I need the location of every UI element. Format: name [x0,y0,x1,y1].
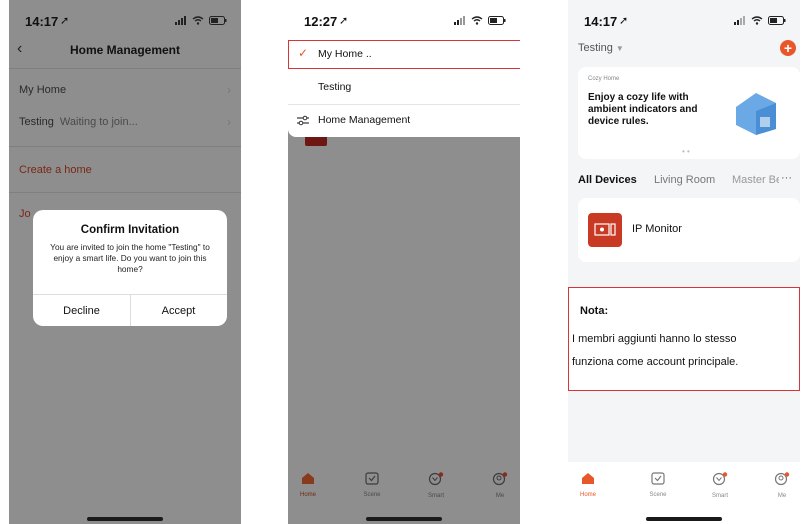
create-home-link[interactable]: Create a home [19,164,92,176]
tab-label: Smart [711,493,728,499]
monitor-glyph-icon [594,223,616,236]
home-icon [582,473,594,484]
tab-label: Me [777,493,787,499]
device-card-ip-monitor[interactable]: IP Monitor [578,198,800,262]
chevron-right-icon: › [227,115,231,129]
scene-icon [365,472,379,485]
decline-button[interactable]: Decline [33,294,131,326]
tab-bar: Home Scene Smart Me [288,462,520,524]
tab-bar: Home Scene Smart Me [568,462,800,524]
more-icon[interactable]: ··· [779,172,792,184]
tab-label: Home [299,492,316,498]
highlight-box [568,287,800,391]
home-indicator [646,517,722,521]
battery-icon [488,16,506,25]
tab-label: Scene [363,492,381,498]
home-item-label: Testing Waiting to join... [19,116,138,128]
smart-icon [428,472,444,486]
divider [288,104,520,105]
carousel-dots: • • [682,147,690,156]
confirm-invitation-dialog: Confirm Invitation You are invited to jo… [33,210,227,326]
wifi-icon [192,16,204,25]
status-time: 14:17 [25,14,59,29]
status-bar: 14:17 ➚ [9,0,241,40]
tab-scene[interactable]: Scene [638,472,678,498]
menu-item-testing[interactable]: Testing [288,73,520,103]
add-icon[interactable]: + [780,40,796,56]
cozy-home-banner[interactable]: Cozy Home Enjoy a cozy life with ambient… [578,67,800,159]
dialog-title: Confirm Invitation [80,224,180,236]
home-indicator [366,517,442,521]
room-tab-master-bedroom[interactable]: Master Be [732,174,782,186]
home-item-testing[interactable]: Testing Waiting to join... › [9,108,241,138]
home-item-name: My Home [19,84,67,96]
wifi-icon [471,16,483,25]
scene-icon [651,472,665,485]
me-icon [492,472,508,486]
status-time: 12:27 [304,14,338,29]
smart-icon [712,472,728,486]
room-tab-all-devices[interactable]: All Devices [578,174,637,186]
status-time: 14:17 [584,14,618,29]
home-dropdown-menu: ✓ My Home .. Testing Home Management [288,38,520,137]
status-bar: 14:17 ➚ [568,0,800,40]
menu-item-home-management[interactable]: Home Management [288,106,520,136]
tab-smart[interactable]: Smart [700,472,740,499]
status-icons [175,16,227,25]
signal-icon [454,16,465,25]
accept-button[interactable]: Accept [130,294,227,326]
screen-home-dashboard: 14:17 ➚ Testing ▼ + Cozy Home Enjoy a co… [568,0,800,524]
sliders-icon [297,115,309,126]
signal-icon [175,16,186,25]
home-selector-label: Testing [578,42,613,54]
signal-icon [734,16,745,25]
device-illustration-icon [736,93,776,135]
location-arrow-icon: ➚ [619,15,629,27]
banner-tag: Cozy Home [588,76,620,82]
home-indicator [87,517,163,521]
battery-icon [768,16,786,25]
menu-item-label: Testing [318,81,352,93]
home-item-name: Testing [19,116,54,128]
tab-label: Smart [427,493,444,499]
location-arrow-icon: ➚ [339,15,349,27]
tab-me[interactable]: Me [762,472,800,499]
highlight-box [288,40,520,69]
tab-scene[interactable]: Scene [352,472,392,498]
page-title: Home Management [69,43,181,57]
status-icons [454,16,506,25]
tab-label: Me [495,493,505,499]
battery-icon [209,16,227,25]
tab-home[interactable]: Home [568,472,608,498]
dialog-message: You are invited to join the home "Testin… [50,242,210,274]
room-tab-living-room[interactable]: Living Room [654,174,715,186]
join-home-link[interactable]: Jo [19,208,31,220]
screen-home-switcher: 12:27 ➚ ✓ My Home .. Testing Home Manage… [288,0,520,524]
tab-label: Scene [649,492,667,498]
screen-home-management: 14:17 ➚ ‹ Home Management My Home › Test… [9,0,241,524]
home-selector[interactable]: Testing ▼ [578,42,624,54]
caret-down-icon: ▼ [615,44,624,53]
menu-item-label: Home Management [318,114,411,126]
divider [9,68,241,69]
tab-home[interactable]: Home [288,472,328,498]
tab-me[interactable]: Me [480,472,520,499]
tab-label: Home [579,492,596,498]
divider [9,192,241,193]
banner-text: Enjoy a cozy life with ambient indicator… [588,92,698,127]
wifi-icon [751,16,763,25]
chevron-right-icon: › [227,83,231,97]
ip-monitor-icon [588,213,622,247]
status-bar: 12:27 ➚ [288,0,520,40]
location-arrow-icon: ➚ [60,15,70,27]
status-icons [734,16,786,25]
home-item-my-home[interactable]: My Home › [9,76,241,106]
device-name: IP Monitor [632,223,682,235]
tab-smart[interactable]: Smart [416,472,456,499]
me-icon [774,472,790,486]
divider [9,146,241,147]
home-item-status: Waiting to join... [59,116,138,128]
home-icon [302,473,314,484]
